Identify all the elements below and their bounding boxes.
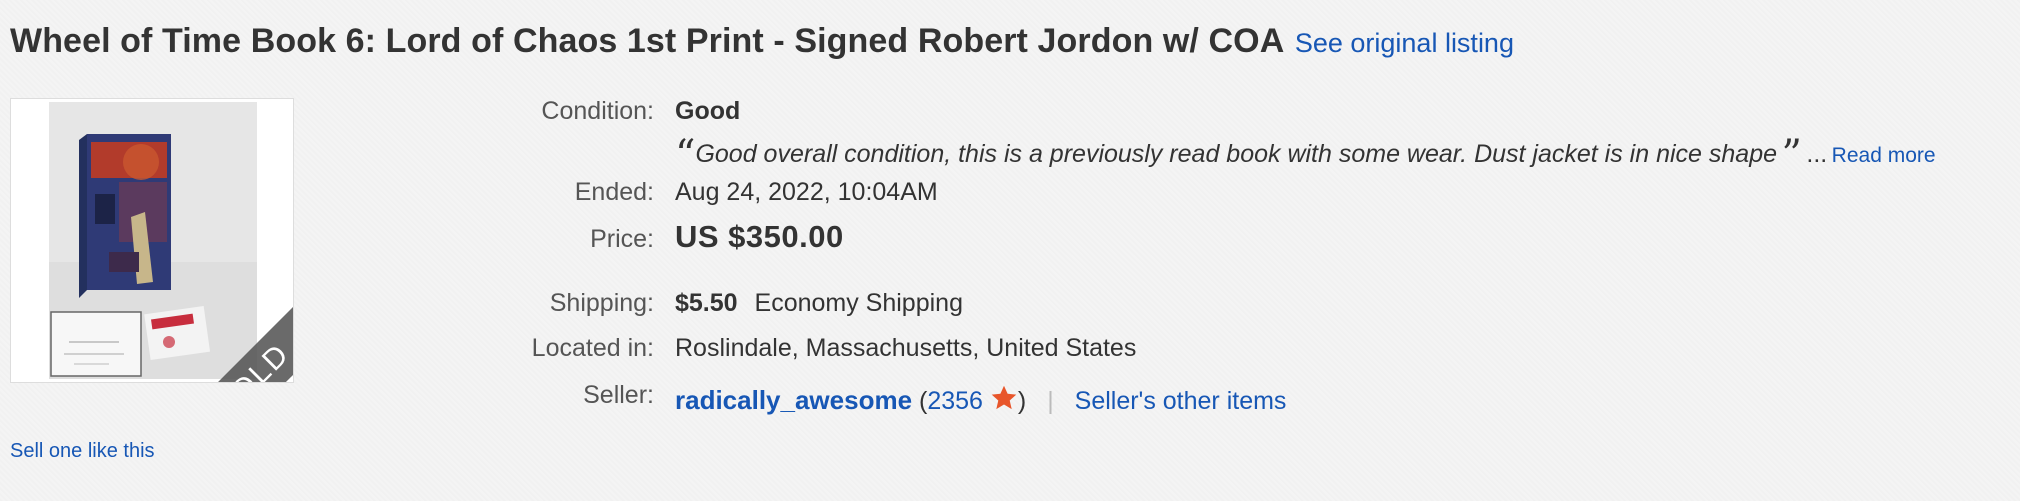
- feedback-score-link[interactable]: 2356: [927, 387, 983, 415]
- seller-row: radically_awesome (2356 ) | Seller's oth…: [675, 384, 1286, 419]
- location-value: Roslindale, Massachusetts, United States: [675, 334, 1137, 362]
- location-label: Located in:: [531, 334, 654, 362]
- read-more-link[interactable]: Read more: [1832, 144, 1936, 167]
- see-original-listing-link[interactable]: See original listing: [1295, 28, 1514, 58]
- star-icon: [990, 384, 1018, 419]
- condition-value: Good: [675, 97, 741, 125]
- item-thumbnail[interactable]: SOLD: [10, 98, 294, 383]
- ended-label: Ended:: [574, 178, 654, 206]
- price-label: Price:: [590, 225, 654, 253]
- sell-one-like-this-link[interactable]: Sell one like this: [10, 440, 155, 463]
- ended-time: , 10:04AM: [823, 178, 938, 206]
- ended-date: Aug 24, 2022: [675, 178, 824, 206]
- shipping-cost: $5.50: [675, 289, 738, 317]
- item-photo: [49, 102, 257, 379]
- close-quote: ”: [1781, 132, 1802, 178]
- seller-name-link[interactable]: radically_awesome: [675, 385, 912, 415]
- separator: |: [1047, 387, 1054, 415]
- condition-description: “Good overall condition, this is a previ…: [675, 132, 1936, 178]
- ended-value: Aug 24, 2022, 10:04AM: [675, 178, 938, 207]
- price-value-wrap: US $350.00: [675, 219, 844, 255]
- shipping-label: Shipping:: [549, 289, 654, 317]
- title-row: Wheel of Time Book 6: Lord of Chaos 1st …: [10, 22, 1514, 61]
- price-value: US $350.00: [675, 219, 844, 254]
- seller-label: Seller:: [583, 381, 654, 409]
- sellers-other-items-link[interactable]: Seller's other items: [1075, 387, 1287, 415]
- condition-label: Condition:: [541, 97, 654, 125]
- shipping-method: Economy Shipping: [754, 289, 963, 317]
- open-quote: “: [675, 132, 696, 178]
- ellipsis: ...: [1806, 140, 1828, 168]
- listing-title: Wheel of Time Book 6: Lord of Chaos 1st …: [10, 22, 1285, 60]
- shipping-value: $5.50 Economy Shipping: [675, 289, 963, 318]
- feedback-paren-close: ): [1017, 387, 1027, 415]
- condition-quote: Good overall condition, this is a previo…: [695, 140, 1778, 168]
